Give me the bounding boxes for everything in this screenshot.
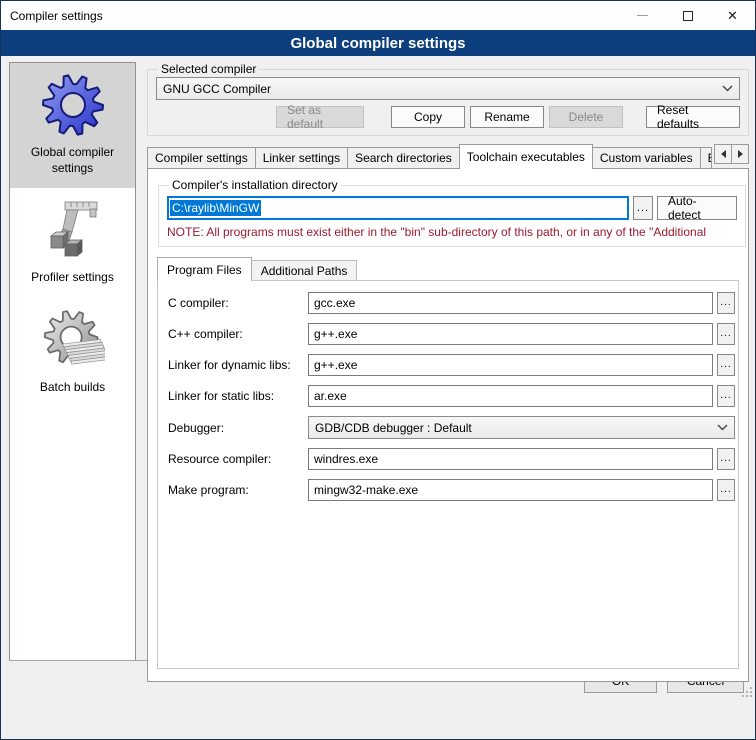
tab-search-directories[interactable]: Search directories [347,147,460,168]
resize-grip[interactable] [740,685,753,698]
tab-additional-paths[interactable]: Additional Paths [251,260,358,280]
settings-tabstrip: Compiler settings Linker settings Search… [147,143,749,168]
debugger-select[interactable]: GDB/CDB debugger : Default [308,416,735,439]
window-title: Compiler settings [1,9,620,23]
gray-gear-stack-icon [41,308,105,372]
tab-scroll-left-button[interactable] [714,144,732,164]
make-program-input[interactable] [308,479,713,501]
compiler-settings-dialog: Compiler settings ✕ Global compiler sett… [0,0,756,740]
auto-detect-button[interactable]: Auto-detect [657,196,737,220]
sidebar-item-global-compiler-settings[interactable]: Global compiler settings [10,63,135,188]
tab-toolchain-executables[interactable]: Toolchain executables [459,144,593,169]
tab-custom-variables[interactable]: Custom variables [592,147,701,168]
installation-directory-input[interactable]: C:\raylib\MinGW [167,196,629,220]
field-row-debugger: Debugger: GDB/CDB debugger : Default [168,416,735,439]
field-label: Linker for dynamic libs: [168,358,308,372]
linker-dynamic-input[interactable] [308,354,713,376]
installation-directory-value: C:\raylib\MinGW [170,200,261,216]
c-compiler-input[interactable] [308,292,713,314]
installation-directory-browse-button[interactable]: ... [633,196,653,220]
browse-button[interactable]: ... [717,479,735,501]
debugger-select-value: GDB/CDB debugger : Default [315,421,711,435]
tab-linker-settings[interactable]: Linker settings [255,147,348,168]
field-row-make-program: Make program: ... [168,479,735,501]
toolchain-executables-panel: Compiler's installation directory C:\ray… [147,168,749,682]
selected-compiler-group: Selected compiler GNU GCC Compiler Set a… [147,62,749,136]
installation-directory-group: Compiler's installation directory C:\ray… [158,178,746,247]
sidebar-item-label: Global compiler settings [12,145,133,176]
arrow-left-icon [721,150,726,158]
sidebar-item-batch-builds[interactable]: Batch builds [10,298,135,408]
field-label: Debugger: [168,421,308,435]
field-label: C compiler: [168,296,308,310]
field-row-linker-static: Linker for static libs: ... [168,385,735,407]
close-button[interactable]: ✕ [710,1,755,30]
bin-subdirectory-note: NOTE: All programs must exist either in … [167,225,737,239]
field-label: Linker for static libs: [168,389,308,403]
chevron-down-icon [722,85,733,92]
blue-gear-icon [41,73,105,137]
tab-program-files[interactable]: Program Files [157,257,252,281]
program-files-panel: C compiler: ... C++ compiler: ... Linker… [157,280,739,669]
sidebar-item-profiler-settings[interactable]: Profiler settings [10,188,135,298]
maximize-icon [683,11,693,21]
minimize-icon [637,15,648,16]
page-title: Global compiler settings [1,30,755,56]
titlebar[interactable]: Compiler settings ✕ [1,1,755,30]
reset-defaults-button[interactable]: Reset defaults [646,106,740,128]
browse-button[interactable]: ... [717,323,735,345]
close-icon: ✕ [727,9,738,22]
rename-button[interactable]: Rename [470,106,544,128]
browse-button[interactable]: ... [717,354,735,376]
chevron-down-icon [717,424,728,431]
minimize-button[interactable] [620,1,665,30]
sidebar-item-label: Profiler settings [31,270,114,286]
browse-button[interactable]: ... [717,385,735,407]
tab-build-options[interactable]: Build options [700,147,712,168]
field-row-c-compiler: C compiler: ... [168,292,735,314]
field-row-cpp-compiler: C++ compiler: ... [168,323,735,345]
browse-button[interactable]: ... [717,292,735,314]
settings-category-list: Global compiler settings [9,62,136,690]
program-files-tabstrip: Program Files Additional Paths [157,256,739,280]
field-row-resource-compiler: Resource compiler: ... [168,448,735,470]
tab-compiler-settings[interactable]: Compiler settings [147,147,256,168]
field-label: C++ compiler: [168,327,308,341]
compiler-select[interactable]: GNU GCC Compiler [156,77,740,100]
field-label: Resource compiler: [168,452,308,466]
installation-directory-legend: Compiler's installation directory [169,178,341,192]
maximize-button[interactable] [665,1,710,30]
arrow-right-icon [738,150,743,158]
caliper-icon [41,198,105,262]
sidebar-item-label: Batch builds [40,380,105,396]
delete-button[interactable]: Delete [549,106,623,128]
selected-compiler-legend: Selected compiler [158,62,259,76]
field-label: Make program: [168,483,308,497]
cpp-compiler-input[interactable] [308,323,713,345]
set-as-default-button[interactable]: Set as default [276,106,364,128]
compiler-select-value: GNU GCC Compiler [163,82,716,96]
resource-compiler-input[interactable] [308,448,713,470]
copy-button[interactable]: Copy [391,106,465,128]
tab-scroll-right-button[interactable] [731,144,749,164]
field-row-linker-dynamic: Linker for dynamic libs: ... [168,354,735,376]
linker-static-input[interactable] [308,385,713,407]
browse-button[interactable]: ... [717,448,735,470]
